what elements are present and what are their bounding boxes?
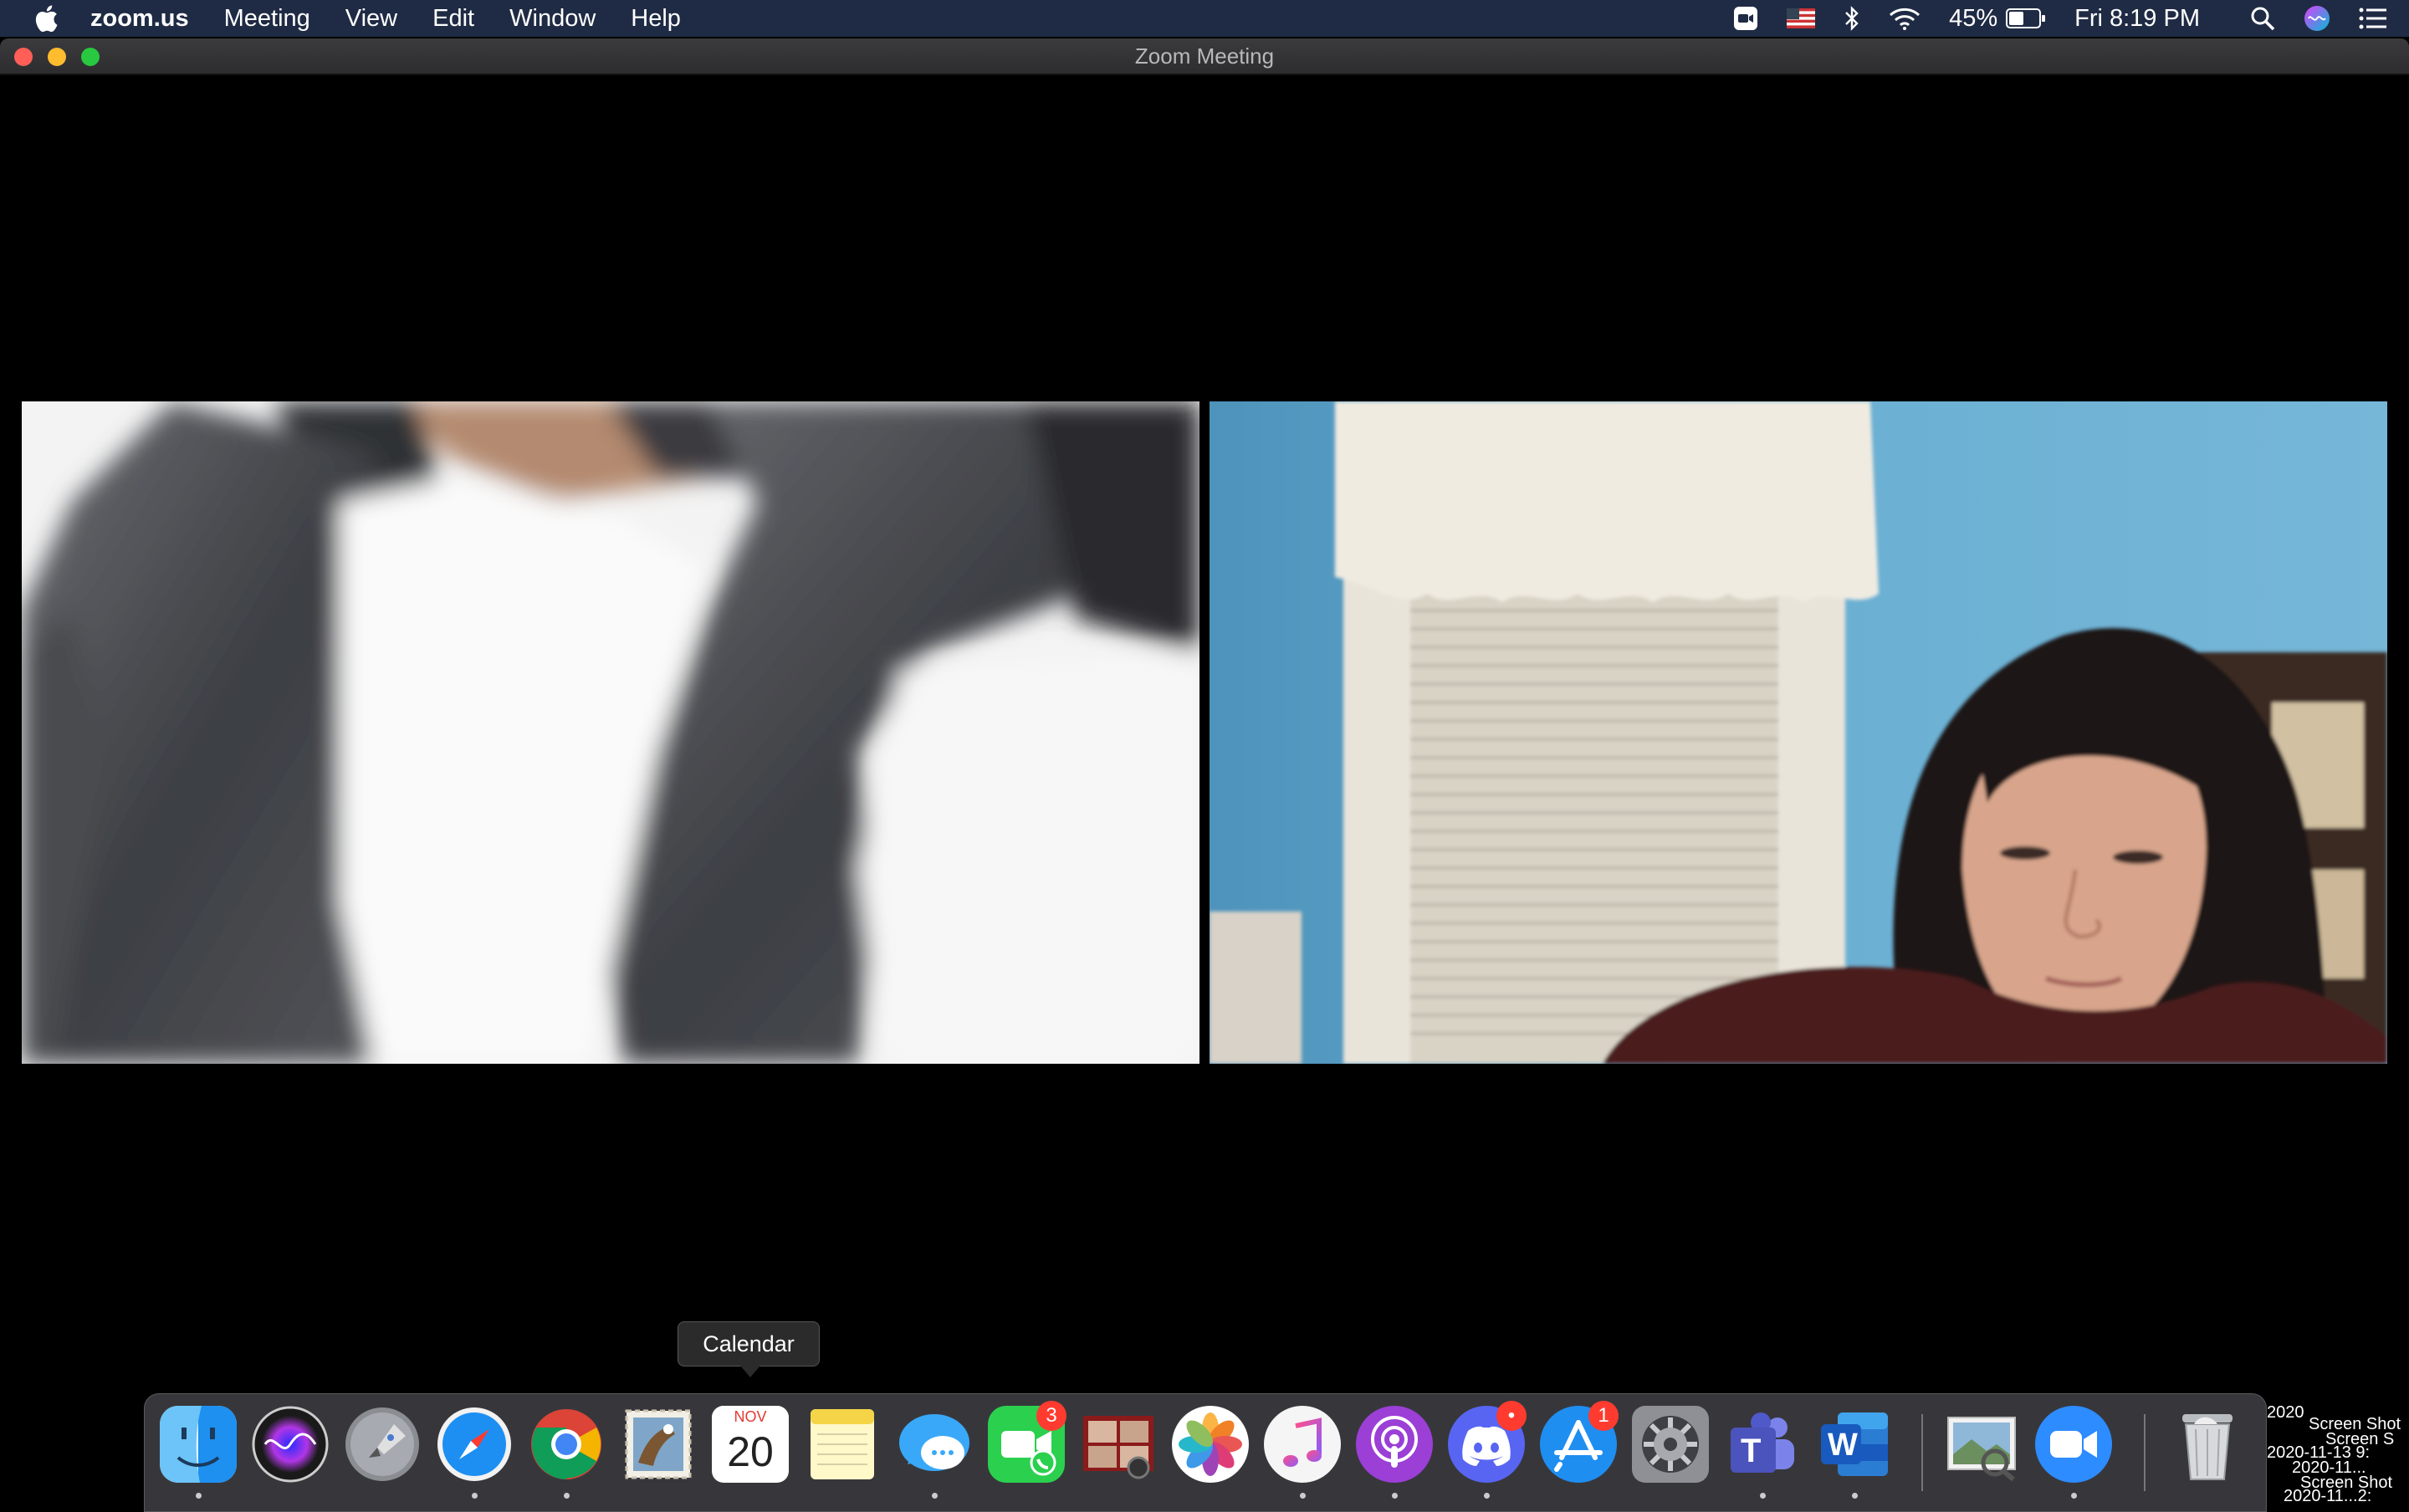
zoom-status-icon[interactable] — [1733, 6, 1758, 31]
dock-launchpad-icon[interactable] — [344, 1406, 421, 1483]
dock-chrome-icon[interactable] — [528, 1406, 605, 1483]
dock-calendar-icon[interactable]: NOV 20 — [712, 1406, 789, 1483]
facetime-badge: 3 — [1036, 1401, 1066, 1431]
menu-window[interactable]: Window — [509, 5, 596, 33]
notification-center-icon[interactable] — [2359, 7, 2387, 30]
word-letter: W — [1828, 1428, 1858, 1463]
dock-mail-icon[interactable] — [620, 1406, 697, 1483]
dock-photobooth-icon[interactable] — [1080, 1406, 1157, 1483]
dock-safari-running-dot — [472, 1493, 478, 1499]
dock-messages-running-dot — [932, 1493, 938, 1499]
dock-preview-icon[interactable] — [1943, 1406, 2020, 1483]
dock-music-icon[interactable] — [1264, 1406, 1341, 1483]
teams-letter: T — [1741, 1433, 1762, 1469]
desktop-files: 2020 Screen Shot Screen S 2020-11-13 9: … — [2267, 1397, 2409, 1505]
dock-siri-icon[interactable] — [252, 1406, 329, 1483]
dock-zoom-icon[interactable] — [2035, 1406, 2112, 1483]
menu-bar: zoom.us Meeting View Edit Window Help 45… — [0, 0, 2409, 37]
dock: NOV 20 3 • 1 T W — [144, 1393, 2267, 1512]
dock-finder-icon[interactable] — [160, 1406, 237, 1483]
dock-discord-running-dot — [1484, 1493, 1490, 1499]
apple-icon[interactable] — [33, 4, 59, 33]
window-minimize-button[interactable] — [48, 48, 66, 66]
spotlight-search-icon[interactable] — [2250, 6, 2275, 31]
menu-app-name[interactable]: zoom.us — [90, 5, 189, 33]
window-title: Zoom Meeting — [1134, 43, 1275, 69]
dock-safari-icon[interactable] — [436, 1406, 513, 1483]
dock-tooltip-calendar: Calendar — [678, 1321, 820, 1377]
window-close-button[interactable] — [14, 48, 33, 66]
dock-messages-icon[interactable] — [896, 1406, 973, 1483]
battery-status[interactable]: 45% — [1949, 5, 2046, 33]
dock-word-icon[interactable]: W — [1816, 1406, 1893, 1483]
dock-word-running-dot — [1852, 1493, 1858, 1499]
siri-icon[interactable] — [2304, 5, 2330, 32]
desktop-file-label[interactable]: 2020 — [2267, 1403, 2304, 1423]
participant-video-left[interactable] — [22, 401, 1199, 1064]
video-feed-right — [1210, 401, 2387, 1064]
dock-trash-icon[interactable] — [2169, 1406, 2246, 1483]
dock-chrome-running-dot — [564, 1493, 570, 1499]
dock-divider-trash — [2144, 1414, 2146, 1491]
dock-system-preferences-icon[interactable] — [1632, 1406, 1709, 1483]
dock-teams-icon[interactable]: T — [1724, 1406, 1801, 1483]
calendar-day: 20 — [727, 1428, 774, 1475]
battery-icon — [2006, 8, 2046, 28]
dock-divider — [1921, 1414, 1923, 1491]
bluetooth-icon[interactable] — [1844, 6, 1860, 31]
menu-edit[interactable]: Edit — [432, 5, 474, 33]
desktop-file-label[interactable]: 2020-11...2: — [2284, 1487, 2371, 1506]
discord-badge-dot: • — [1496, 1401, 1527, 1431]
calendar-month: NOV — [712, 1406, 789, 1428]
window-titlebar[interactable]: Zoom Meeting — [0, 38, 2409, 75]
dock-finder-running-dot — [196, 1493, 202, 1499]
menu-view[interactable]: View — [345, 5, 397, 33]
wifi-icon[interactable] — [1889, 7, 1921, 30]
dock-zoom-running-dot — [2071, 1493, 2077, 1499]
dock-teams-running-dot — [1760, 1493, 1766, 1499]
dock-music-running-dot — [1300, 1493, 1306, 1499]
menu-clock[interactable]: Fri 8:19 PM — [2074, 5, 2200, 33]
dock-podcasts-running-dot — [1392, 1493, 1398, 1499]
menu-meeting[interactable]: Meeting — [224, 5, 310, 33]
participant-video-right[interactable] — [1210, 401, 2387, 1064]
zoom-meeting-window: Zoom Meeting — [0, 38, 2409, 1390]
appstore-badge: 1 — [1588, 1401, 1619, 1431]
window-maximize-button[interactable] — [81, 48, 100, 66]
dock-podcasts-icon[interactable] — [1356, 1406, 1433, 1483]
menu-help[interactable]: Help — [631, 5, 681, 33]
dock-notes-icon[interactable] — [804, 1406, 881, 1483]
battery-percent: 45% — [1949, 4, 1998, 32]
dock-photos-icon[interactable] — [1172, 1406, 1249, 1483]
video-feed-left — [22, 401, 1199, 1064]
flag-icon[interactable] — [1787, 8, 1816, 28]
